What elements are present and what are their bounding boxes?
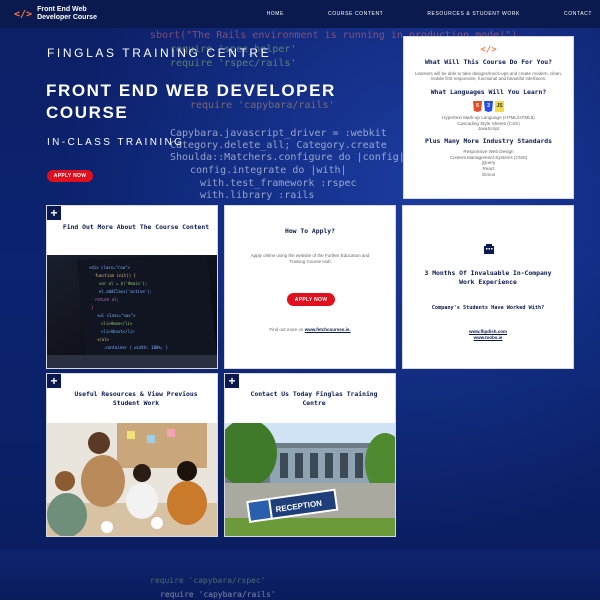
laptop-illustration: <div class="row"> function init() { var … (47, 255, 217, 368)
svg-text:<li>Home</li>: <li>Home</li> (101, 321, 133, 326)
svg-text:.container { width: 100%; }: .container { width: 100%; } (103, 345, 168, 350)
fetchcourses-link[interactable]: www.fetchcourses.ie. (305, 327, 351, 332)
svg-text:<li>About</li>: <li>About</li> (101, 329, 135, 334)
contact-card[interactable]: + Contact Us Today Finglas Training Cent… (224, 373, 396, 537)
hero-subtitle: FINGLAS TRAINING CENTRE (47, 46, 272, 60)
css3-icon: 3 (484, 100, 493, 112)
svg-text:</ul>: </ul> (97, 337, 110, 342)
nav-course-content[interactable]: COURSE CONTENT (328, 11, 383, 17)
language-icons: 5 3 JS (412, 100, 565, 112)
building-icon (484, 244, 494, 254)
svg-text:var el = $('#main');: var el = $('#main'); (99, 281, 147, 286)
svg-text:function init() {: function init() { (95, 273, 136, 278)
svg-text:<div class="row">: <div class="row"> (89, 265, 131, 270)
apply-now-button[interactable]: APPLY NOW (287, 293, 335, 306)
plus-icon[interactable]: + (47, 374, 61, 388)
resources-card[interactable]: + Useful Resources & View Previous Stude… (46, 373, 218, 537)
javascript-icon: JS (495, 100, 504, 112)
company-link[interactable]: www.flipdish.com (409, 329, 567, 335)
nav-resources[interactable]: RESOURCES & STUDENT WORK (427, 11, 520, 17)
svg-text:return el;: return el; (95, 297, 119, 302)
code-brackets-icon: </> (14, 8, 33, 20)
training-centre-photo: RECEPTION (225, 423, 395, 536)
standard-item: Gimus (481, 171, 496, 177)
nav-contact[interactable]: CONTACT (564, 11, 592, 17)
resources-title: Useful Resources & View Previous Student… (74, 390, 198, 407)
apply-title: How To Apply? (284, 227, 336, 235)
site-header: </> Front End Web Developer Course HOME … (0, 0, 600, 28)
work-experience-card: 3 Months Of Invaluable In-Company Work E… (402, 205, 574, 369)
company-link[interactable]: www.toobs.ie (409, 335, 567, 341)
language-item: JavaScript (477, 126, 500, 132)
contact-title: Contact Us Today Finglas Training Centre (250, 390, 378, 407)
svg-text:<ul class="nav">: <ul class="nav"> (97, 313, 136, 318)
find-out-text: Find out more on (269, 327, 304, 332)
plus-icon[interactable]: + (225, 374, 239, 388)
main-nav: HOME COURSE CONTENT RESOURCES & STUDENT … (223, 0, 592, 28)
course-content-card[interactable]: + Find Out More About The Course Content… (46, 205, 218, 369)
plus-icon[interactable]: + (47, 206, 61, 220)
info-text-1: Learners will be able to take designs/mo… (414, 70, 563, 82)
laptop-code-photo: <div class="row"> function init() { var … (47, 255, 217, 368)
training-centre-illustration: RECEPTION (225, 423, 395, 536)
info-heading-3: Plus Many More Industry Standards (425, 137, 552, 146)
companies-subtitle: Company's Students Have Worked With? (431, 305, 545, 311)
code-icon: </> (480, 45, 497, 55)
info-heading-1: What Will This Course Do For You? (425, 58, 552, 66)
info-heading-2: What Languages Will You Learn? (430, 88, 547, 97)
course-info-card: </> What Will This Course Do For You? Le… (403, 36, 574, 199)
svg-text:el.addClass('active');: el.addClass('active'); (99, 289, 152, 294)
how-to-apply-card: How To Apply? Apply online using the web… (224, 205, 396, 369)
students-illustration (47, 423, 217, 536)
hero-apply-button[interactable]: APPLY NOW (47, 170, 93, 182)
hero-tagline: IN-CLASS TRAINING (47, 137, 185, 148)
site-title: Front End Web Developer Course (37, 5, 97, 21)
hero-title: FRONT END WEB DEVELOPER COURSE (46, 81, 336, 123)
course-content-title: Find Out More About The Course Content (62, 223, 210, 231)
html5-icon: 5 (473, 100, 482, 112)
site-logo[interactable]: </> Front End Web Developer Course (14, 6, 117, 22)
work-experience-title: 3 Months Of Invaluable In-Company Work E… (424, 269, 552, 286)
svg-text:}: } (91, 305, 93, 310)
students-photo (47, 423, 217, 536)
apply-text: Apply online using the website of the Fu… (250, 253, 370, 264)
nav-home[interactable]: HOME (267, 11, 284, 17)
